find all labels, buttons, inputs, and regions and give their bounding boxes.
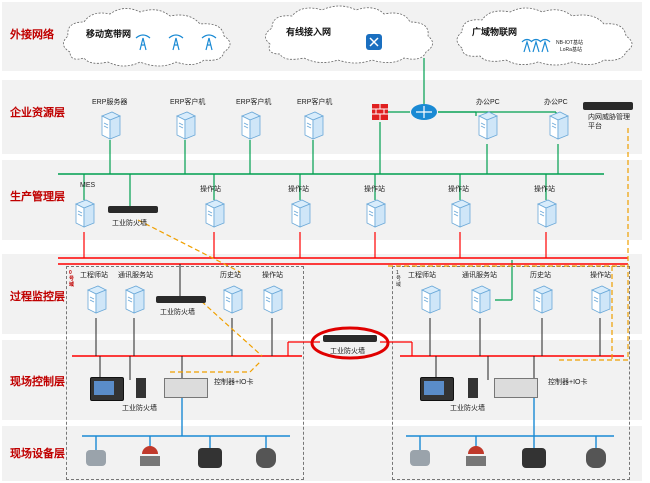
- pump-icon: [522, 448, 546, 468]
- office-pc-icon: [475, 110, 499, 140]
- label-nbiot: NB-IOT基站: [556, 40, 583, 46]
- zone-1-tag: 1号域: [396, 270, 402, 288]
- enterprise-firewall-icon: [372, 104, 388, 120]
- operator-station-icon: [288, 198, 312, 228]
- z0-firewall-icon: [156, 296, 206, 303]
- zone-0-tag: 0号域: [69, 270, 75, 288]
- label-z0-firewall: 工业防火墙: [160, 309, 195, 316]
- office-pc-icon: [546, 110, 570, 140]
- valve-icon: [140, 446, 160, 468]
- operator-station-icon: [534, 198, 558, 228]
- history-station-icon: [220, 284, 244, 314]
- label-station-3: 操作站: [364, 186, 385, 193]
- label-mes: MES: [80, 182, 96, 189]
- label-station-1: 操作站: [200, 186, 221, 193]
- erp-client-icon: [238, 110, 262, 140]
- z0-hmi-panel-icon: [90, 377, 124, 401]
- label-office-pc-1: 办公PC: [476, 99, 500, 106]
- production-firewall-icon: [108, 206, 158, 213]
- label-z1-engineer: 工程师站: [408, 272, 436, 279]
- operator-station-icon: [202, 198, 226, 228]
- z0-controller-icon: [164, 378, 208, 398]
- operator-station-icon: [448, 198, 472, 228]
- comm-server-icon: [122, 284, 146, 314]
- label-wan-iot: 广域物联网: [472, 27, 518, 37]
- label-z0-comm: 通讯服务站: [118, 272, 153, 279]
- erp-client-icon: [173, 110, 197, 140]
- z1-hmi-panel-icon: [420, 377, 454, 401]
- z1-controller-icon: [494, 378, 538, 398]
- flowmeter-icon: [86, 450, 106, 466]
- comm-server-icon: [468, 284, 492, 314]
- label-threat-platform: 内网威胁管理平台: [588, 114, 630, 130]
- label-z0-controller: 控制器+IO卡: [214, 379, 254, 386]
- label-z1-controller: 控制器+IO卡: [548, 379, 588, 386]
- operator-station-icon: [363, 198, 387, 228]
- erp-server-icon: [98, 110, 122, 140]
- label-wired-access: 有线接入网: [286, 27, 332, 37]
- label-station-2: 操作站: [288, 186, 309, 193]
- flowmeter-icon: [410, 450, 430, 466]
- label-z0-operator: 操作站: [262, 272, 283, 279]
- label-z1-operator: 操作站: [590, 272, 611, 279]
- label-z1-history: 历史站: [530, 272, 551, 279]
- label-z0-history: 历史站: [220, 272, 241, 279]
- label-z1-field-firewall: 工业防火墙: [450, 405, 485, 412]
- z1-firewall-box-icon: [468, 378, 478, 398]
- label-erp-client-2: ERP客户机: [236, 99, 272, 106]
- valve-icon: [466, 446, 486, 468]
- mes-server-icon: [72, 198, 96, 228]
- label-mobile-broadband: 移动宽带网: [86, 29, 132, 39]
- history-station-icon: [530, 284, 554, 314]
- central-firewall-icon: [323, 335, 377, 342]
- label-erp-server: ERP服务器: [92, 99, 128, 106]
- label-station-4: 操作站: [448, 186, 469, 193]
- label-production-firewall: 工业防火墙: [112, 220, 147, 227]
- label-lora: LoRa基站: [560, 47, 582, 53]
- label-central-firewall: 工业防火墙: [330, 348, 365, 355]
- operator-station-icon: [260, 284, 284, 314]
- label-erp-client-1: ERP客户机: [170, 99, 206, 106]
- engineer-station-icon: [418, 284, 442, 314]
- label-office-pc-2: 办公PC: [544, 99, 568, 106]
- label-erp-client-3: ERP客户机: [297, 99, 333, 106]
- operator-station-icon: [588, 284, 612, 314]
- label-z0-engineer: 工程师站: [80, 272, 108, 279]
- z0-firewall-box-icon: [136, 378, 146, 398]
- transmitter-icon: [586, 448, 606, 468]
- label-z0-field-firewall: 工业防火墙: [122, 405, 157, 412]
- label-z1-comm: 通讯服务站: [462, 272, 497, 279]
- erp-client-icon: [301, 110, 325, 140]
- transmitter-icon: [256, 448, 276, 468]
- pump-icon: [198, 448, 222, 468]
- network-lines: [58, 5, 633, 450]
- engineer-station-icon: [84, 284, 108, 314]
- label-station-5: 操作站: [534, 186, 555, 193]
- threat-platform-icon: [583, 102, 633, 110]
